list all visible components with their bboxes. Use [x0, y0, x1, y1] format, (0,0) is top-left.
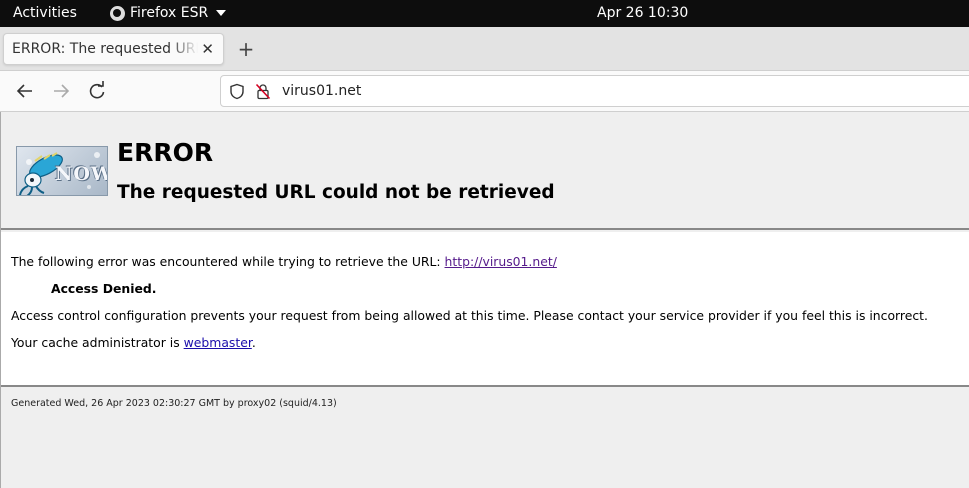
webmaster-link[interactable]: webmaster — [184, 335, 252, 350]
intro-paragraph: The following error was encountered whil… — [11, 254, 557, 269]
reload-icon[interactable] — [86, 80, 108, 102]
logo-text: NOW — [55, 163, 108, 185]
tracking-protection-shield-icon[interactable] — [229, 83, 245, 100]
url-text[interactable]: virus01.net — [282, 83, 361, 99]
forward-arrow-icon[interactable] — [50, 80, 72, 102]
admin-paragraph: Your cache administrator is webmaster. — [11, 335, 256, 350]
explanation-text: Access control configuration prevents yo… — [11, 308, 928, 323]
back-arrow-icon[interactable] — [14, 80, 36, 102]
firefox-icon — [110, 5, 125, 21]
intro-text: The following error was encountered whil… — [11, 254, 441, 269]
new-tab-button[interactable]: + — [236, 37, 256, 61]
activities-button[interactable]: Activities — [13, 5, 77, 21]
access-denied-text: Access Denied. — [51, 281, 157, 296]
system-top-bar: Activities Firefox ESR Apr 26 10:30 — [0, 0, 969, 27]
tab-title: ERROR: The requested URL could not be re… — [12, 41, 198, 57]
error-subheading: The requested URL could not be retrieved — [117, 182, 555, 203]
insecure-lock-icon[interactable] — [255, 83, 271, 100]
error-header: NOW ERROR The requested URL could not be… — [1, 112, 969, 230]
error-details: The following error was encountered whil… — [1, 232, 969, 387]
chevron-down-icon — [216, 10, 227, 16]
navigation-toolbar: virus01.net — [0, 71, 969, 112]
error-heading: ERROR — [117, 138, 214, 167]
admin-suffix: . — [251, 335, 256, 350]
page-content: NOW ERROR The requested URL could not be… — [0, 112, 969, 488]
admin-text: Your cache administrator is — [11, 335, 180, 350]
tab-error-page[interactable]: ERROR: The requested URL could not be re… — [3, 33, 224, 65]
app-name: Firefox ESR — [130, 5, 209, 21]
tab-strip: ERROR: The requested URL could not be re… — [0, 27, 969, 71]
close-tab-icon[interactable]: ✕ — [201, 40, 214, 58]
generated-footer: Generated Wed, 26 Apr 2023 02:30:27 GMT … — [11, 398, 337, 409]
address-bar[interactable]: virus01.net — [220, 75, 969, 107]
app-menu[interactable]: Firefox ESR — [110, 5, 227, 21]
clock[interactable]: Apr 26 10:30 — [597, 5, 688, 21]
requested-url-link[interactable]: http://virus01.net/ — [445, 254, 557, 269]
squid-logo: NOW — [16, 146, 108, 196]
